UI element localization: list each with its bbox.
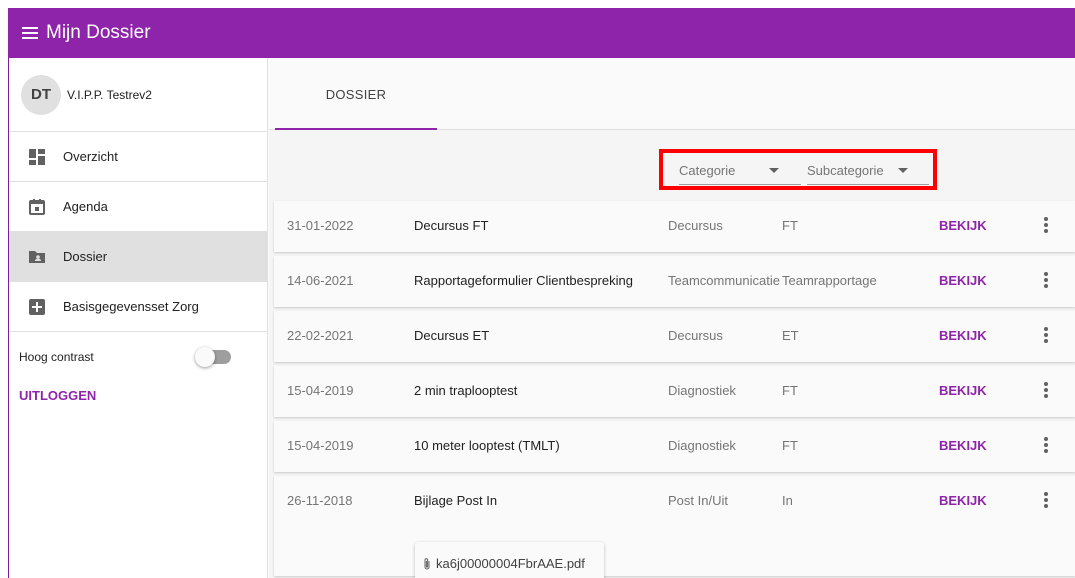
- sidebar-item-overzicht[interactable]: Overzicht: [9, 132, 267, 182]
- record-date: 15-04-2019: [287, 383, 354, 398]
- logout-button[interactable]: UITLOGGEN: [19, 388, 96, 403]
- tab-dossier[interactable]: DOSSIER: [275, 58, 437, 130]
- record-date: 26-11-2018: [287, 493, 353, 508]
- high-contrast-label: Hoog contrast: [19, 350, 94, 364]
- record-category: Post In/Uit: [668, 493, 728, 508]
- list-item: 22-02-2021 Decursus ET Decursus ET BEKIJ…: [274, 311, 1075, 362]
- more-vert-icon[interactable]: [1041, 381, 1051, 399]
- sidebar-item-dossier[interactable]: Dossier: [9, 232, 267, 282]
- attachment-filename: ka6j00000004FbrAAE.pdf: [436, 556, 585, 571]
- category-select-placeholder: Categorie: [679, 163, 736, 178]
- more-vert-icon[interactable]: [1041, 491, 1051, 509]
- sidebar: DT V.I.P.P. Testrev2 Overzicht Agenda Do…: [8, 58, 268, 578]
- record-category: Decursus: [668, 328, 723, 343]
- dropdown-arrow-icon: [897, 168, 908, 173]
- view-button[interactable]: BEKIJK: [939, 383, 987, 398]
- toggle-knob: [195, 347, 215, 367]
- records-list: 31-01-2022 Decursus FT Decursus FT BEKIJ…: [274, 201, 1075, 578]
- more-vert-icon[interactable]: [1041, 326, 1051, 344]
- active-tab-indicator: [275, 128, 437, 130]
- record-category: Decursus: [668, 218, 723, 233]
- subcategory-select-underline: [807, 184, 929, 185]
- view-button[interactable]: BEKIJK: [939, 438, 987, 453]
- more-vert-icon[interactable]: [1041, 216, 1051, 234]
- list-item: 31-01-2022 Decursus FT Decursus FT BEKIJ…: [274, 201, 1075, 252]
- record-title: Decursus ET: [414, 328, 490, 343]
- avatar: DT: [21, 74, 61, 115]
- record-title: Decursus FT: [414, 218, 489, 233]
- record-date: 22-02-2021: [287, 328, 354, 343]
- dashboard-icon: [29, 148, 45, 165]
- high-contrast-toggle[interactable]: [195, 347, 231, 367]
- top-app-bar: Mijn Dossier: [8, 8, 1075, 58]
- sidebar-item-label: Basisgegevensset Zorg: [63, 299, 199, 314]
- record-title: Bijlage Post In: [414, 493, 498, 508]
- subcategory-select-placeholder: Subcategorie: [807, 163, 884, 178]
- list-item: 26-11-2018 Bijlage Post In Post In/Uit I…: [274, 476, 1075, 578]
- sidebar-item-label: Agenda: [63, 199, 108, 214]
- attachment-chip[interactable]: ka6j00000004FbrAAE.pdf: [415, 542, 604, 578]
- record-category: Diagnostiek: [668, 383, 736, 398]
- sidebar-item-basisgegevensset-zorg[interactable]: Basisgegevensset Zorg: [9, 282, 267, 332]
- record-date: 15-04-2019: [287, 438, 354, 453]
- record-title: 2 min traplooptest: [414, 383, 518, 398]
- sidebar-item-agenda[interactable]: Agenda: [9, 182, 267, 232]
- record-subcategory: In: [782, 493, 793, 508]
- dropdown-arrow-icon: [769, 168, 780, 173]
- category-select-underline: [679, 184, 801, 185]
- main-content: DOSSIER Categorie Subcategorie 31-01-202…: [269, 58, 1075, 578]
- more-vert-icon[interactable]: [1041, 271, 1051, 289]
- sidebar-item-label: Dossier: [63, 249, 108, 264]
- record-subcategory: FT: [782, 438, 798, 453]
- view-button[interactable]: BEKIJK: [939, 273, 987, 288]
- app-window: Mijn Dossier DT V.I.P.P. Testrev2 Overzi…: [8, 8, 1075, 578]
- medical-plus-icon: [29, 298, 45, 315]
- folder-shared-icon: [29, 249, 45, 265]
- more-vert-icon[interactable]: [1041, 436, 1051, 454]
- hamburger-menu-icon: [22, 27, 38, 39]
- tab-bar: DOSSIER: [269, 58, 1075, 130]
- view-button[interactable]: BEKIJK: [939, 493, 987, 508]
- record-subcategory: ET: [782, 328, 799, 343]
- sidebar-item-label: Overzicht: [63, 149, 118, 164]
- record-category: Teamcommunicatie: [668, 273, 780, 288]
- paperclip-icon: [423, 557, 431, 571]
- record-date: 31-01-2022: [287, 218, 354, 233]
- record-subcategory: Teamrapportage: [782, 273, 877, 288]
- app-title: Mijn Dossier: [46, 22, 151, 43]
- record-title: 10 meter looptest (TMLT): [414, 438, 560, 453]
- subcategory-select[interactable]: Subcategorie: [807, 163, 908, 178]
- list-item: 14-06-2021 Rapportageformulier Clientbes…: [274, 256, 1075, 307]
- high-contrast-setting: Hoog contrast: [9, 332, 267, 382]
- view-button[interactable]: BEKIJK: [939, 328, 987, 343]
- record-date: 14-06-2021: [287, 273, 354, 288]
- record-subcategory: FT: [782, 218, 798, 233]
- category-select[interactable]: Categorie: [679, 163, 780, 178]
- filter-highlight-box: Categorie Subcategorie: [659, 149, 937, 190]
- list-item: 15-04-2019 2 min traplooptest Diagnostie…: [274, 366, 1075, 417]
- record-category: Diagnostiek: [668, 438, 736, 453]
- list-item: 15-04-2019 10 meter looptest (TMLT) Diag…: [274, 421, 1075, 472]
- user-profile: DT V.I.P.P. Testrev2: [9, 58, 267, 132]
- view-button[interactable]: BEKIJK: [939, 218, 987, 233]
- calendar-icon: [29, 198, 45, 215]
- record-subcategory: FT: [782, 383, 798, 398]
- user-name: V.I.P.P. Testrev2: [67, 87, 152, 102]
- record-title: Rapportageformulier Clientbespreking: [414, 273, 633, 288]
